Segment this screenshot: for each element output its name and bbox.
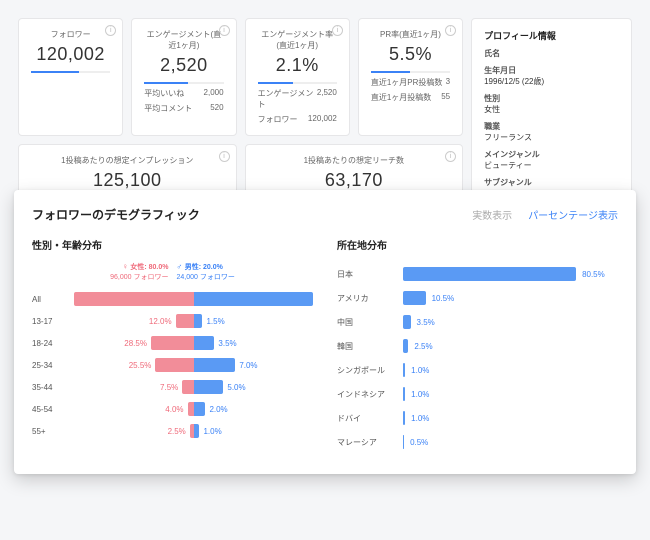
pyramid-row: 45-544.0%2.0% <box>32 398 313 420</box>
location-row: マレーシア0.5% <box>337 430 618 454</box>
view-toggle: 実数表示 パーセンテージ表示 <box>472 207 618 222</box>
chart-title: 所在地分布 <box>337 237 618 252</box>
demographics-title: フォロワーのデモグラフィック <box>32 206 200 223</box>
location-chart: 所在地分布 日本80.5%アメリカ10.5%中国3.5%韓国2.5%シンガポール… <box>337 237 618 454</box>
location-row: 韓国2.5% <box>337 334 618 358</box>
age-bucket: 55+ <box>32 427 74 436</box>
location-name: インドネシア <box>337 389 403 400</box>
location-row: 中国3.5% <box>337 310 618 334</box>
location-row: シンガポール1.0% <box>337 358 618 382</box>
location-row: 日本80.5% <box>337 262 618 286</box>
label: 1投稿あたりの想定インプレッション <box>31 155 224 166</box>
legend: ♀ 女性: 80.0%96,000 フォロワー ♂ 男性: 20.0%24,00… <box>32 262 313 282</box>
info-icon[interactable]: i <box>332 25 343 36</box>
age-bucket: All <box>32 295 74 304</box>
card-followers: i フォロワー 120,002 <box>18 18 123 136</box>
label: エンゲージメント(直近1ヶ月) <box>144 29 223 51</box>
info-icon[interactable]: i <box>445 25 456 36</box>
label: フォロワー <box>31 29 110 40</box>
toggle-percent[interactable]: パーセンテージ表示 <box>528 207 618 222</box>
card-engagement-rate: i エンゲージメント率(直近1ヶ月) 2.1% エンゲージメント2,520 フォ… <box>245 18 350 136</box>
value: 125,100 <box>31 170 224 191</box>
pyramid-row: 35-447.5%5.0% <box>32 376 313 398</box>
pyramid-row: 25-3425.5%7.0% <box>32 354 313 376</box>
pyramid-row: All <box>32 288 313 310</box>
age-gender-chart: 性別・年齢分布 ♀ 女性: 80.0%96,000 フォロワー ♂ 男性: 20… <box>32 237 313 454</box>
info-icon[interactable]: i <box>105 25 116 36</box>
value: 5.5% <box>371 44 450 65</box>
age-bucket: 13-17 <box>32 317 74 326</box>
pyramid-body: All 13-1712.0%1.5%18-2428.5%3.5%25-3425.5… <box>32 288 313 442</box>
age-bucket: 35-44 <box>32 383 74 392</box>
chart-title: 性別・年齢分布 <box>32 237 313 252</box>
label: エンゲージメント率(直近1ヶ月) <box>258 29 337 51</box>
profile-heading: プロフィール情報 <box>484 29 619 42</box>
card-engagement: i エンゲージメント(直近1ヶ月) 2,520 平均いいね2,000 平均コメン… <box>131 18 236 136</box>
pyramid-row: 55+2.5%1.0% <box>32 420 313 442</box>
location-name: 日本 <box>337 269 403 280</box>
pyramid-row: 13-1712.0%1.5% <box>32 310 313 332</box>
info-icon[interactable]: i <box>219 25 230 36</box>
age-bucket: 25-34 <box>32 361 74 370</box>
location-body: 日本80.5%アメリカ10.5%中国3.5%韓国2.5%シンガポール1.0%イン… <box>337 262 618 454</box>
value: 63,170 <box>258 170 451 191</box>
location-name: 韓国 <box>337 341 403 352</box>
location-name: シンガポール <box>337 365 403 376</box>
demographics-card: フォロワーのデモグラフィック 実数表示 パーセンテージ表示 性別・年齢分布 ♀ … <box>14 190 636 474</box>
age-bucket: 18-24 <box>32 339 74 348</box>
toggle-count[interactable]: 実数表示 <box>472 207 512 222</box>
label: 1投稿あたりの想定リーチ数 <box>258 155 451 166</box>
location-name: 中国 <box>337 317 403 328</box>
location-row: アメリカ10.5% <box>337 286 618 310</box>
card-pr-rate: i PR率(直近1ヶ月) 5.5% 直近1ヶ月PR投稿数3 直近1ヶ月投稿数55 <box>358 18 463 136</box>
age-bucket: 45-54 <box>32 405 74 414</box>
location-row: ドバイ1.0% <box>337 406 618 430</box>
value: 2,520 <box>144 55 223 76</box>
info-icon[interactable]: i <box>219 151 230 162</box>
pyramid-row: 18-2428.5%3.5% <box>32 332 313 354</box>
location-name: マレーシア <box>337 437 403 448</box>
location-row: インドネシア1.0% <box>337 382 618 406</box>
dashboard-back: i フォロワー 120,002 i エンゲージメント(直近1ヶ月) 2,520 … <box>0 0 650 221</box>
value: 120,002 <box>31 44 110 65</box>
value: 2.1% <box>258 55 337 76</box>
location-name: ドバイ <box>337 413 403 424</box>
info-icon[interactable]: i <box>445 151 456 162</box>
label: PR率(直近1ヶ月) <box>371 29 450 40</box>
location-name: アメリカ <box>337 293 403 304</box>
